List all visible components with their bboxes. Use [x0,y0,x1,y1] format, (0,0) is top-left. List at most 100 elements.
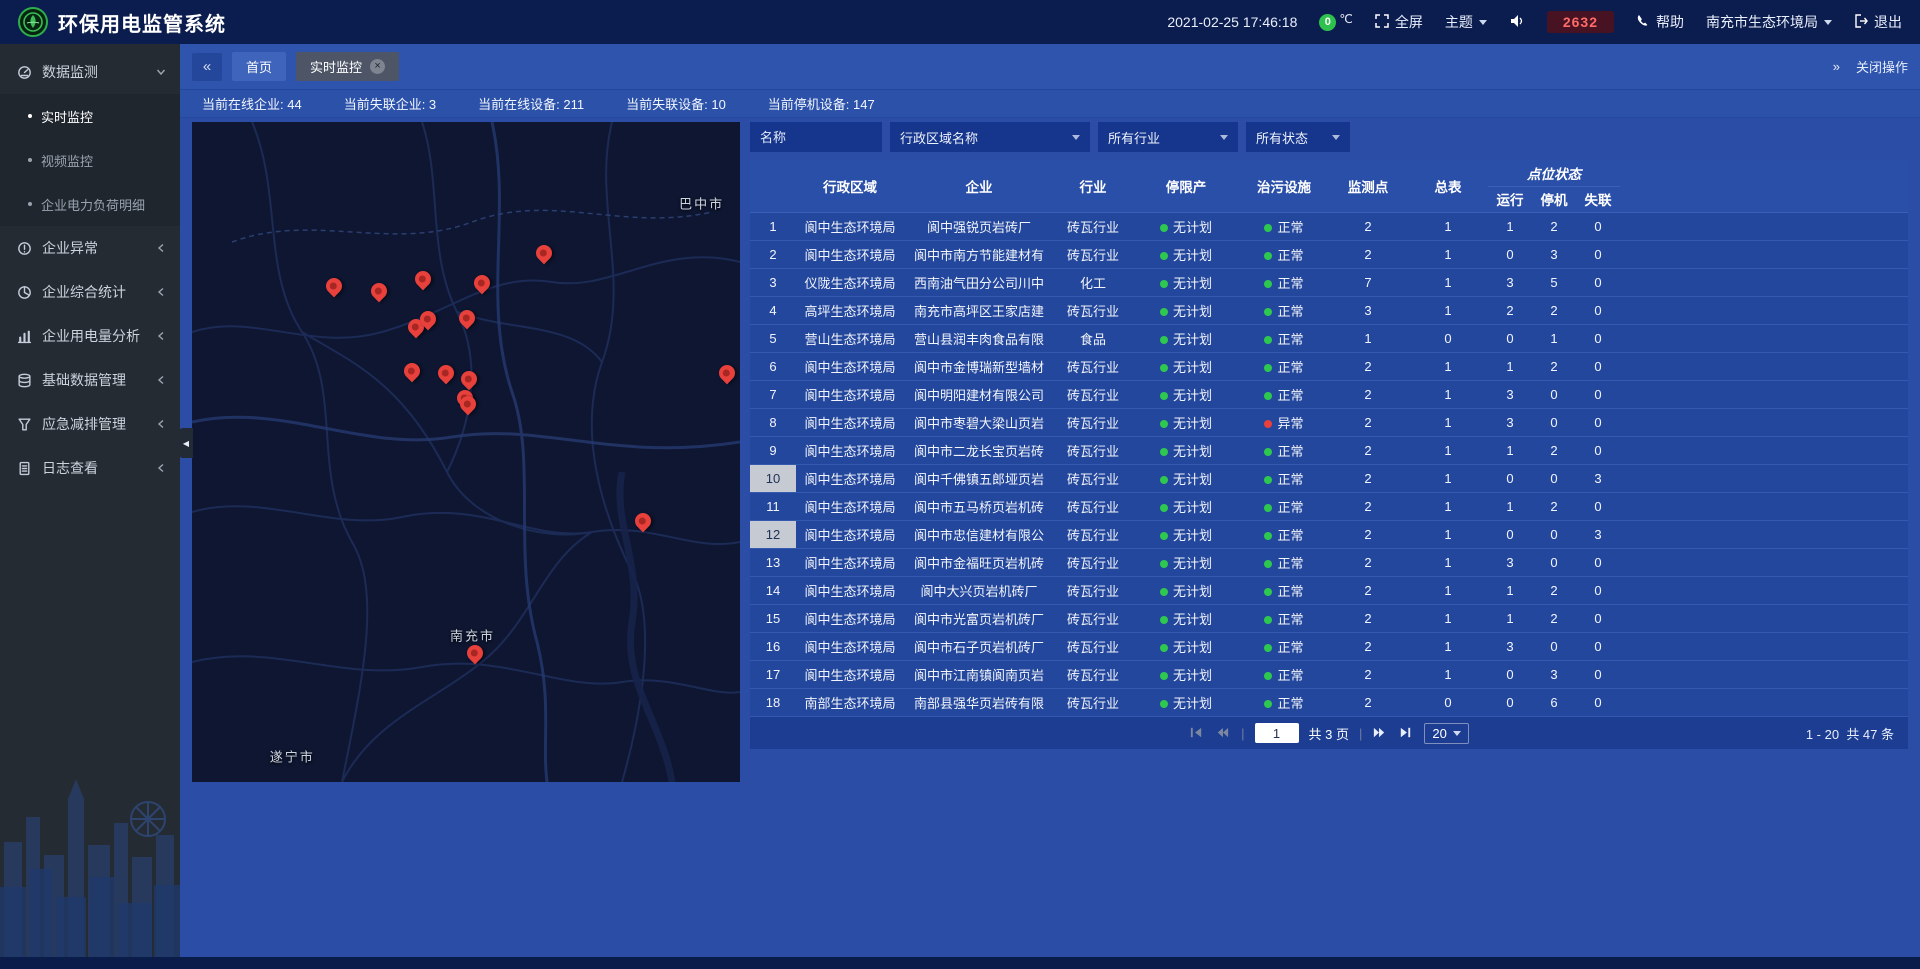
prev-page-button[interactable] [1215,725,1231,741]
stat-item: 当前失联企业: 3 [344,94,436,113]
chevron-icon [156,375,166,385]
table-row[interactable]: 7阆中生态环境局阆中明阳建材有限公司砖瓦行业无计划正常21300 [750,380,1908,408]
table-row[interactable]: 6阆中生态环境局阆中市金博瑞新型墙材砖瓦行业无计划正常21120 [750,352,1908,380]
sidebar-group-2[interactable]: 企业异常 [0,226,180,270]
last-page-button[interactable] [1398,725,1414,741]
status-filter-select[interactable]: 所有状态 [1246,122,1350,152]
status-dot-green [1160,616,1168,624]
app-logo [18,7,48,37]
tabs-scroll-right-button[interactable]: » [1833,59,1840,74]
sidebar-group-1[interactable]: 数据监测 [0,50,180,94]
temperature-unit: ℃ [1339,12,1352,26]
tab-realtime[interactable]: 实时监控 × [296,52,399,81]
total-pages-label: 共 3 页 [1309,724,1349,743]
status-dot-green [1160,476,1168,484]
status-dot-green [1264,504,1272,512]
table-row[interactable]: 1阆中生态环境局阆中强锐页岩砖厂砖瓦行业无计划正常21120 [750,212,1908,240]
org-dropdown[interactable]: 南充市生态环境局 [1706,12,1832,32]
industry-filter-select[interactable]: 所有行业 [1098,122,1238,152]
region-filter-select[interactable]: 行政区域名称 [890,122,1090,152]
table-row[interactable]: 9阆中生态环境局阆中市二龙长宝页岩砖砖瓦行业无计划正常21120 [750,436,1908,464]
status-dot-green [1264,588,1272,596]
stat-item: 当前在线设备: 211 [478,94,584,113]
chevron-down-icon [1479,20,1487,25]
sidebar-group-5[interactable]: 基础数据管理 [0,358,180,402]
col-index [750,160,796,212]
alarm-speaker-button[interactable] [1509,13,1525,32]
table-row[interactable]: 5营山生态环境局营山县润丰肉食品有限食品无计划正常10010 [750,324,1908,352]
table-row[interactable]: 4高坪生态环境局南充市高坪区王家店建砖瓦行业无计划正常31220 [750,296,1908,324]
tab-home[interactable]: 首页 [232,52,286,81]
table-row[interactable]: 15阆中生态环境局阆中市光富页岩机砖厂砖瓦行业无计划正常21120 [750,604,1908,632]
sidebar-group-4[interactable]: 企业用电量分析 [0,314,180,358]
sidebar-group-3[interactable]: 企业综合统计 [0,270,180,314]
status-dot-green [1264,672,1272,680]
tab-close-icon[interactable]: × [370,59,385,74]
logout-icon [1854,14,1868,31]
next-page-button[interactable] [1372,725,1388,741]
table-row[interactable]: 10阆中生态环境局阆中千佛镇五郎垭页岩砖瓦行业无计划正常21003 [750,464,1908,492]
status-dot-green [1160,588,1168,596]
table-row[interactable]: 11阆中生态环境局阆中市五马桥页岩机砖砖瓦行业无计划正常21120 [750,492,1908,520]
alert-icon [16,241,32,256]
sidebar-group-7[interactable]: 日志查看 [0,446,180,490]
alarm-count-badge[interactable]: 2632 [1547,11,1614,33]
chevron-icon [156,419,166,429]
page-size-select[interactable]: 20 [1424,723,1468,744]
status-dot-green [1264,392,1272,400]
page: 环保用电监管系统 2021-02-25 17:46:18 0 ℃ 全屏 主题 2… [0,0,1920,969]
tabs-scroll-left-button[interactable]: « [192,53,222,81]
app-header: 环保用电监管系统 2021-02-25 17:46:18 0 ℃ 全屏 主题 2… [0,0,1920,44]
speaker-icon [1509,13,1525,32]
table-row[interactable]: 3仪陇生态环境局西南油气田分公司川中化工无计划正常71350 [750,268,1908,296]
chevron-icon [156,331,166,341]
status-dot-green [1264,644,1272,652]
status-dot-green [1160,280,1168,288]
sidebar-item[interactable]: 企业电力负荷明细 [0,182,180,226]
status-dot-green [1264,476,1272,484]
first-page-button[interactable] [1189,725,1205,741]
status-dot-green [1160,532,1168,540]
table-row[interactable]: 13阆中生态环境局阆中市金福旺页岩机砖砖瓦行业无计划正常21300 [750,548,1908,576]
status-dot-green [1160,560,1168,568]
col-filler [1620,160,1908,212]
table-row[interactable]: 18南部生态环境局南部县强华页岩砖有限砖瓦行业无计划正常20060 [750,688,1908,716]
gauge-icon [16,65,32,80]
sidebar-item[interactable]: 视频监控 [0,138,180,182]
name-filter-input[interactable] [750,122,882,152]
table-row[interactable]: 14阆中生态环境局阆中大兴页岩机砖厂砖瓦行业无计划正常21120 [750,576,1908,604]
theme-dropdown[interactable]: 主题 [1445,12,1487,32]
city-label: 巴中市 [679,194,724,213]
chevron-icon [156,67,166,77]
col-company: 企业 [904,160,1054,212]
table-row[interactable]: 12阆中生态环境局阆中市忠信建材有限公砖瓦行业无计划正常21003 [750,520,1908,548]
table-row[interactable]: 16阆中生态环境局阆中市石子页岩机砖厂砖瓦行业无计划正常21300 [750,632,1908,660]
fullscreen-button[interactable]: 全屏 [1375,12,1423,32]
col-stop: 停机 [1532,186,1576,212]
table-row[interactable]: 17阆中生态环境局阆中市江南镇阆南页岩砖瓦行业无计划正常21030 [750,660,1908,688]
close-operations-button[interactable]: 关闭操作 [1856,57,1908,76]
map-collapse-button[interactable]: ◀ [179,428,193,458]
database-icon [16,373,32,388]
map-roads [192,122,740,782]
col-meter: 总表 [1408,160,1488,212]
logout-button[interactable]: 退出 [1854,12,1902,32]
status-dot-red [1264,420,1272,428]
table-row[interactable]: 8阆中生态环境局阆中市枣碧大梁山页岩砖瓦行业无计划异常21300 [750,408,1908,436]
status-dot-green [1264,532,1272,540]
status-dot-green [1160,364,1168,372]
page-number-input[interactable] [1255,723,1299,743]
map-canvas: 巴中市南充市遂宁市 [192,122,740,782]
table-header: 行政区域 企业 行业 停限产 治污设施 监测点 总表 点位状态 [750,160,1908,212]
status-dot-green [1160,672,1168,680]
pagination-bar: | 共 3 页 | 20 [750,717,1908,749]
stat-item: 当前在线企业: 44 [202,94,302,113]
table-row[interactable]: 2阆中生态环境局阆中市南方节能建材有砖瓦行业无计划正常21030 [750,240,1908,268]
sidebar-item[interactable]: 实时监控 [0,94,180,138]
enterprise-table: 行政区域 企业 行业 停限产 治污设施 监测点 总表 点位状态 [750,160,1908,717]
map[interactable]: 巴中市南充市遂宁市 ◀ [192,122,740,782]
city-skyline-decoration [0,757,180,957]
help-button[interactable]: 帮助 [1636,12,1684,32]
chevron-down-icon [1220,135,1228,140]
sidebar-group-6[interactable]: 应急减排管理 [0,402,180,446]
